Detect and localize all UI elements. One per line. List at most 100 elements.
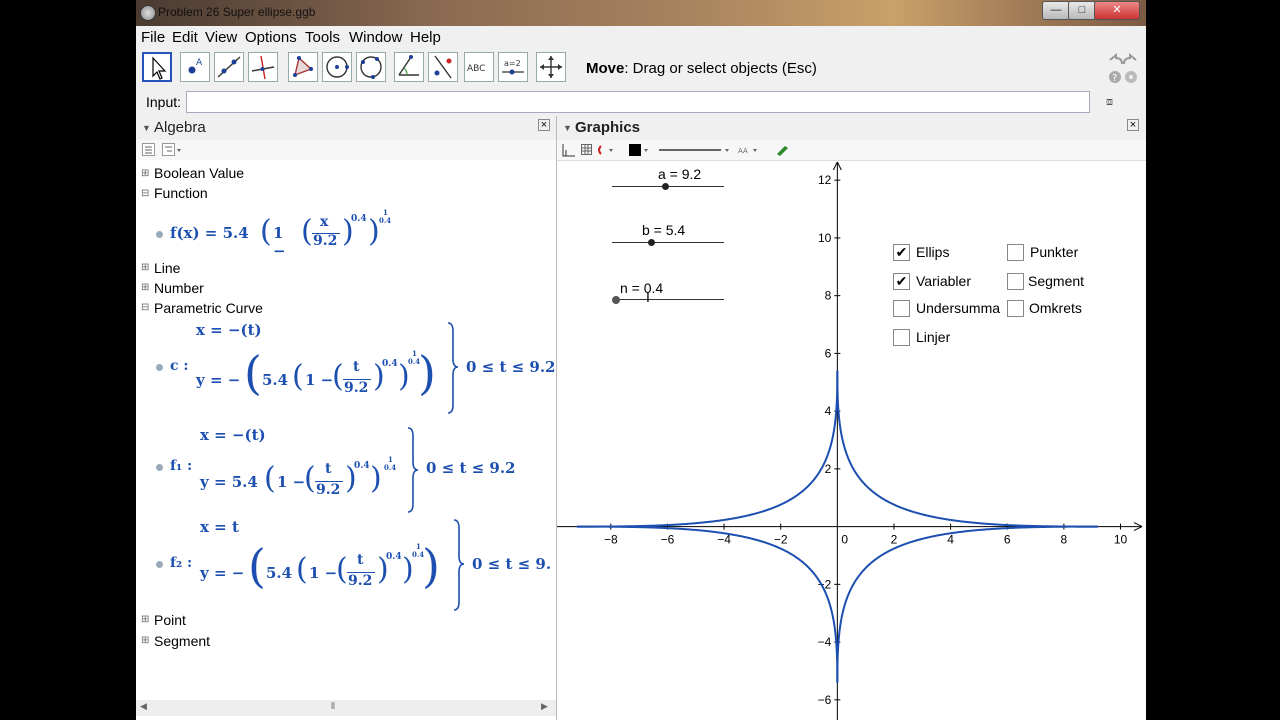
menu-help[interactable]: Help bbox=[410, 29, 441, 46]
circle-three-points-tool-button[interactable] bbox=[356, 52, 386, 82]
checkbox-segment-box[interactable] bbox=[1007, 273, 1024, 290]
circle-center-icon bbox=[326, 56, 349, 78]
graphics-view: ▼ Graphics × AA −8 −6 −4 −2 0 2 4 6 8 10 12 10 8 6 4 2 −… bbox=[557, 116, 1146, 720]
category-number[interactable]: Number bbox=[154, 280, 204, 296]
category-boolean-value[interactable]: Boolean Value bbox=[154, 165, 244, 181]
category-segment[interactable]: Segment bbox=[154, 633, 210, 649]
menu-edit[interactable]: Edit bbox=[172, 29, 198, 46]
paren-open: ( bbox=[304, 461, 316, 496]
slider-n-track[interactable] bbox=[616, 299, 724, 300]
menu-file[interactable]: File bbox=[141, 29, 165, 46]
maximize-button[interactable]: □ bbox=[1068, 1, 1096, 20]
visibility-bullet-icon[interactable] bbox=[156, 464, 163, 471]
perpendicular-line-icon bbox=[251, 55, 275, 80]
menu-view[interactable]: View bbox=[205, 29, 237, 46]
visibility-bullet-icon[interactable] bbox=[156, 231, 163, 238]
curve-f2-item[interactable]: f₂ : x = t y = − ( 5.4 ( 1 − ( t 9.2 ) 0… bbox=[156, 518, 556, 613]
paren-open: ( bbox=[264, 461, 276, 496]
brace-icon bbox=[453, 519, 465, 611]
f-frac-num: x bbox=[320, 214, 329, 230]
perpendicular-tool-button[interactable] bbox=[248, 52, 278, 82]
expand-boolean-icon[interactable]: ⊞ bbox=[141, 168, 149, 179]
curve-f1-item[interactable]: f₁ : x = −(t) y = 5.4 ( 1 − ( t 9.2 ) 0.… bbox=[156, 426, 556, 514]
scroll-grip-icon[interactable]: ⦀ bbox=[331, 701, 335, 712]
collapse-triangle-icon[interactable]: ▼ bbox=[563, 123, 572, 133]
undo-redo-help-settings-icons[interactable]: ? bbox=[1104, 50, 1142, 90]
circle-three-points-icon bbox=[360, 56, 382, 79]
menu-window[interactable]: Window bbox=[349, 29, 402, 46]
input-field[interactable] bbox=[186, 91, 1090, 113]
checkbox-punkter-label: Punkter bbox=[1030, 244, 1079, 260]
reflect-tool-button[interactable] bbox=[428, 52, 458, 82]
x-tick-label: 8 bbox=[1061, 533, 1068, 547]
paren-open: ( bbox=[296, 552, 308, 587]
move-tool-button[interactable] bbox=[142, 52, 172, 82]
f-exp2-den: 0.4 bbox=[379, 216, 392, 225]
collapse-parametric-icon[interactable]: ⊟ bbox=[141, 302, 149, 313]
visibility-bullet-icon[interactable] bbox=[156, 561, 163, 568]
angle-tool-button[interactable] bbox=[394, 52, 424, 82]
paren-open: ( bbox=[248, 539, 266, 593]
curve-c-item[interactable]: c : x = −(t) y = − ( 5.4 ( 1 − ( t 9.2 )… bbox=[156, 321, 556, 416]
close-algebra-icon[interactable]: × bbox=[538, 119, 550, 131]
f1-x-eq: x = −(t) bbox=[200, 426, 266, 444]
scroll-right-icon[interactable]: ▶ bbox=[541, 701, 548, 712]
algebra-horizontal-scrollbar[interactable]: ◀ ⦀ ▶ bbox=[136, 700, 556, 716]
curve-f-upper-right bbox=[836, 370, 1098, 528]
slider-b-handle[interactable] bbox=[648, 239, 655, 246]
visibility-bullet-icon[interactable] bbox=[156, 364, 163, 371]
checkbox-omkrets-box[interactable] bbox=[1007, 300, 1024, 317]
x-tick-label: −8 bbox=[604, 533, 618, 547]
move-graphics-view-tool-button[interactable] bbox=[536, 52, 566, 82]
checkbox-variabler-box[interactable]: ✔ bbox=[893, 273, 910, 290]
y-tick-label: 4 bbox=[825, 404, 832, 418]
slider-n-handle[interactable] bbox=[612, 296, 620, 304]
category-line[interactable]: Line bbox=[154, 260, 180, 276]
slider-a-handle[interactable] bbox=[662, 183, 669, 190]
menu-tools[interactable]: Tools bbox=[305, 29, 340, 46]
brace-icon bbox=[447, 322, 459, 414]
slider-a[interactable]: a = 9.2 bbox=[612, 160, 732, 200]
expand-number-icon[interactable]: ⊞ bbox=[141, 282, 149, 293]
algebra-options-icons[interactable] bbox=[142, 142, 182, 158]
desktop-background-left bbox=[0, 0, 136, 720]
category-function[interactable]: Function bbox=[154, 185, 208, 201]
checkbox-punkter-box[interactable] bbox=[1007, 244, 1024, 261]
expand-point-icon[interactable]: ⊞ bbox=[141, 614, 149, 625]
collapse-triangle-icon[interactable]: ▼ bbox=[142, 123, 151, 133]
polygon-icon bbox=[293, 56, 313, 77]
checkbox-linjer-box[interactable] bbox=[893, 329, 910, 346]
expand-segment-icon[interactable]: ⊞ bbox=[141, 635, 149, 646]
input-help-icon[interactable]: ⧈ bbox=[1106, 96, 1113, 109]
expand-line-icon[interactable]: ⊞ bbox=[141, 262, 149, 273]
category-parametric-curve[interactable]: Parametric Curve bbox=[154, 300, 263, 316]
checkbox-ellips-box[interactable]: ✔ bbox=[893, 244, 910, 261]
slider-tool-button[interactable]: a=2 bbox=[498, 52, 528, 82]
tool-help-text: Move: Drag or select objects (Esc) bbox=[586, 60, 817, 77]
paren-open: ( bbox=[336, 552, 348, 587]
slider-n[interactable]: n = 0.4 I bbox=[612, 274, 732, 314]
checkbox-undersumma-box[interactable] bbox=[893, 300, 910, 317]
collapse-function-icon[interactable]: ⊟ bbox=[141, 188, 149, 199]
slider-b[interactable]: b = 5.4 bbox=[612, 216, 732, 256]
title-bar[interactable]: Problem 26 Super ellipse.ggb — □ ✕ bbox=[136, 0, 1146, 26]
f-exp1: 0.4 bbox=[351, 214, 367, 224]
x-tick-label: 2 bbox=[891, 533, 898, 547]
scroll-left-icon[interactable]: ◀ bbox=[140, 701, 147, 712]
close-button[interactable]: ✕ bbox=[1094, 1, 1140, 20]
slider-b-track[interactable] bbox=[612, 242, 724, 243]
circle-tool-button[interactable] bbox=[322, 52, 352, 82]
minimize-button[interactable]: — bbox=[1042, 1, 1070, 20]
menu-options[interactable]: Options bbox=[245, 29, 297, 46]
category-point[interactable]: Point bbox=[154, 612, 186, 628]
y-tick-label: −4 bbox=[818, 635, 832, 649]
text-tool-button[interactable]: ABC bbox=[464, 52, 494, 82]
x-tick-label: 6 bbox=[1004, 533, 1011, 547]
graphics-style-icons[interactable]: AA bbox=[561, 142, 801, 158]
close-graphics-icon[interactable]: × bbox=[1127, 119, 1139, 131]
polygon-tool-button[interactable] bbox=[288, 52, 318, 82]
window-title: Problem 26 Super ellipse.ggb bbox=[158, 5, 316, 19]
line-tool-button[interactable] bbox=[214, 52, 244, 82]
y-tick-label: −6 bbox=[818, 693, 832, 707]
point-tool-button[interactable]: A bbox=[180, 52, 210, 82]
